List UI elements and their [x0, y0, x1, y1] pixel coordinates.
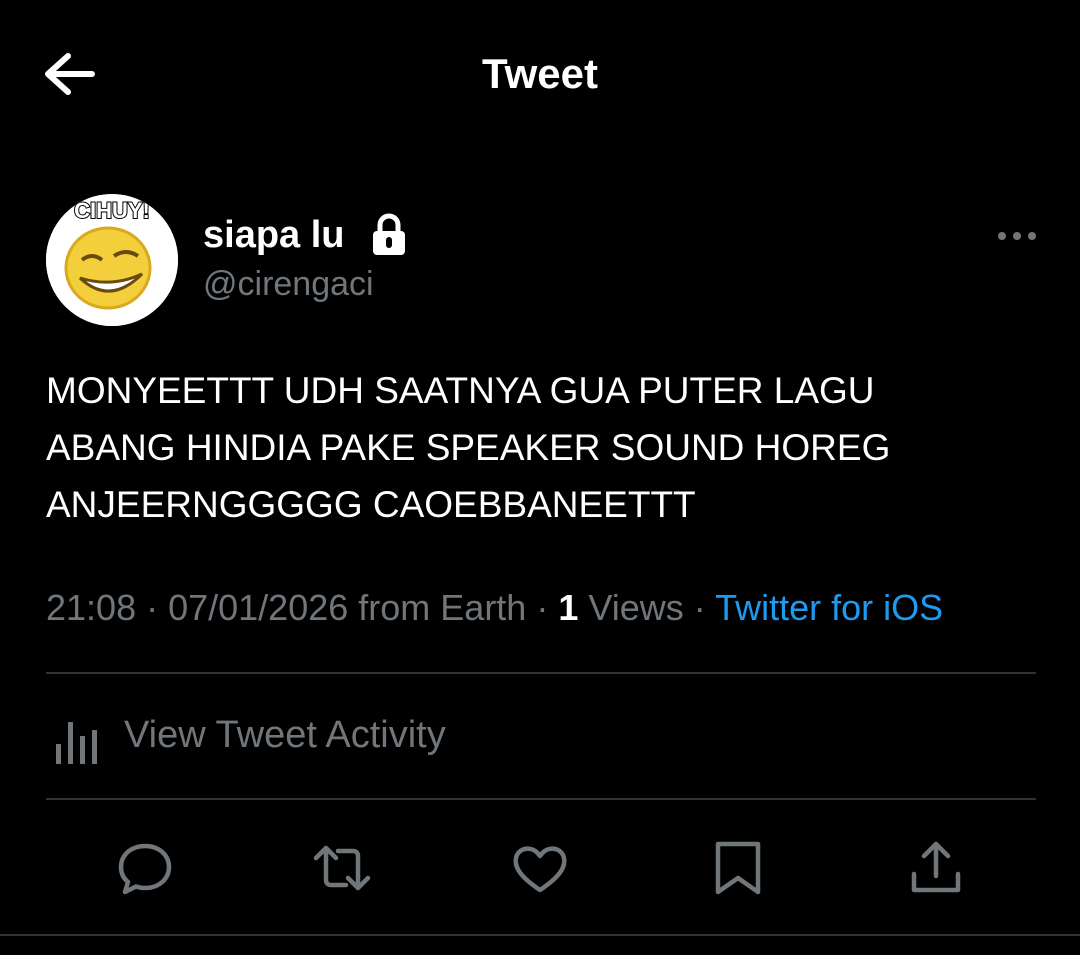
- views-count: 1: [558, 587, 579, 628]
- meta-separator: ·: [526, 587, 559, 628]
- tweet-text-line: ANJEERNGGGGG CAOEBBANEETTT: [46, 484, 696, 525]
- bookmark-icon: [715, 841, 761, 895]
- tweet-source-link[interactable]: Twitter for iOS: [715, 587, 943, 628]
- tweet-meta: 21:08 · 07/01/2026 from Earth · 1 Views …: [46, 587, 943, 629]
- reply-icon: [118, 843, 172, 895]
- author-handle[interactable]: @cirengaci: [203, 265, 374, 304]
- retweet-icon: [313, 845, 371, 891]
- like-icon: [513, 846, 567, 893]
- avatar[interactable]: CIHUY!: [46, 194, 178, 326]
- tweet-text-line: MONYEETTT UDH SAATNYA GUA PUTER LAGU: [46, 370, 875, 411]
- tweet-location: from Earth: [348, 587, 527, 628]
- retweet-button[interactable]: [310, 836, 374, 900]
- divider: [46, 798, 1036, 800]
- share-button[interactable]: [904, 836, 968, 900]
- tweet-date[interactable]: 07/01/2026: [168, 587, 348, 628]
- divider: [46, 672, 1036, 674]
- avatar-image: CIHUY!: [46, 194, 178, 326]
- tweet-text-line: ABANG HINDIA PAKE SPEAKER SOUND HOREG: [46, 427, 891, 468]
- bookmark-button[interactable]: [706, 836, 770, 900]
- meta-separator: ·: [136, 587, 169, 628]
- view-tweet-activity-button[interactable]: View Tweet Activity: [46, 708, 646, 768]
- view-tweet-activity-label: View Tweet Activity: [124, 714, 446, 756]
- author-display-name[interactable]: siapa lu: [203, 214, 345, 257]
- views-label: Views: [578, 587, 684, 628]
- divider: [0, 934, 1080, 936]
- tweet-time[interactable]: 21:08: [46, 587, 136, 628]
- reply-button[interactable]: [113, 836, 177, 900]
- avatar-caption: CIHUY!: [74, 198, 150, 223]
- meta-separator: ·: [683, 587, 716, 628]
- analytics-icon: [56, 722, 97, 764]
- like-button[interactable]: [508, 836, 572, 900]
- share-icon: [911, 841, 961, 893]
- lock-icon: [370, 213, 408, 257]
- tweet-text: MONYEETTT UDH SAATNYA GUA PUTER LAGU ABA…: [46, 362, 1036, 533]
- page-title: Tweet: [482, 50, 598, 97]
- more-options-icon[interactable]: [996, 224, 1038, 248]
